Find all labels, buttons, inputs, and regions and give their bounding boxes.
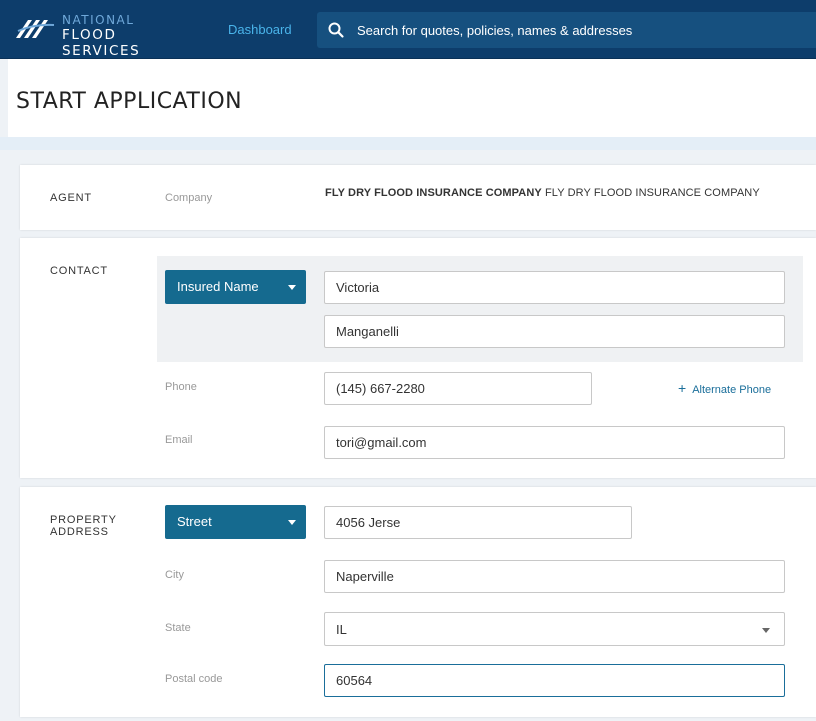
alternate-phone-label: Alternate Phone	[692, 384, 772, 396]
top-nav-bar: NATIONAL FLOOD SERVICES Dashboard	[0, 0, 816, 59]
last-name-input[interactable]	[324, 315, 785, 348]
state-select[interactable]: IL	[324, 612, 785, 646]
phone-label: Phone	[165, 381, 197, 393]
logo-wave-icon	[16, 20, 55, 38]
search-icon	[328, 22, 344, 38]
logo-text-national: NATIONAL	[62, 13, 135, 27]
postal-code-label: Postal code	[165, 673, 223, 685]
national-flood-services-logo[interactable]: NATIONAL FLOOD SERVICES	[14, 13, 199, 59]
global-search[interactable]	[317, 12, 816, 48]
agent-company-value: FLY DRY FLOOD INSURANCE COMPANY FLY DRY …	[325, 187, 760, 199]
property-label-line1: PROPERTY	[50, 514, 117, 526]
email-input[interactable]	[324, 426, 785, 459]
agent-section-label: AGENT	[50, 192, 92, 204]
state-select-value: IL	[336, 622, 347, 637]
agent-company-name: FLY DRY FLOOD INSURANCE COMPANY	[544, 187, 760, 199]
chevron-down-icon	[288, 520, 296, 525]
phone-input[interactable]	[324, 372, 592, 405]
alternate-phone-link[interactable]: + Alternate Phone	[678, 380, 771, 396]
city-input[interactable]	[324, 560, 785, 593]
property-address-section-label: PROPERTY ADDRESS	[50, 514, 117, 538]
state-label: State	[165, 622, 191, 634]
search-input[interactable]	[357, 12, 797, 48]
email-label: Email	[165, 434, 193, 446]
chevron-down-icon	[762, 628, 770, 633]
property-address-section: PROPERTYADDRESS Street City State IL Pos…	[20, 487, 816, 717]
first-name-input[interactable]	[324, 271, 785, 304]
company-label: Company	[165, 192, 213, 204]
street-type-label: Street	[177, 514, 212, 529]
street-type-dropdown[interactable]: Street	[165, 505, 306, 539]
page-title: START APPLICATION	[16, 89, 243, 114]
agent-company-name-bold: FLY DRY FLOOD INSURANCE COMPANY	[325, 187, 542, 199]
plus-icon: +	[678, 380, 687, 396]
contact-section: CONTACT Insured Name Phone + Alternate Ph…	[20, 238, 816, 478]
chevron-down-icon	[288, 285, 296, 290]
header-divider-band	[0, 137, 816, 150]
insured-name-type-label: Insured Name	[177, 279, 259, 294]
address-label-line2: ADDRESS	[50, 526, 109, 538]
street-input[interactable]	[324, 506, 632, 539]
page-header: START APPLICATION	[0, 59, 816, 137]
insured-name-type-dropdown[interactable]: Insured Name	[165, 270, 306, 304]
contact-section-label: CONTACT	[50, 265, 108, 277]
city-label: City	[165, 569, 184, 581]
logo-text-flood-services: FLOOD SERVICES	[62, 27, 141, 59]
postal-code-input[interactable]	[324, 664, 785, 697]
agent-section: AGENT Company FLY DRY FLOOD INSURANCE CO…	[20, 165, 816, 230]
dashboard-link[interactable]: Dashboard	[228, 22, 292, 37]
